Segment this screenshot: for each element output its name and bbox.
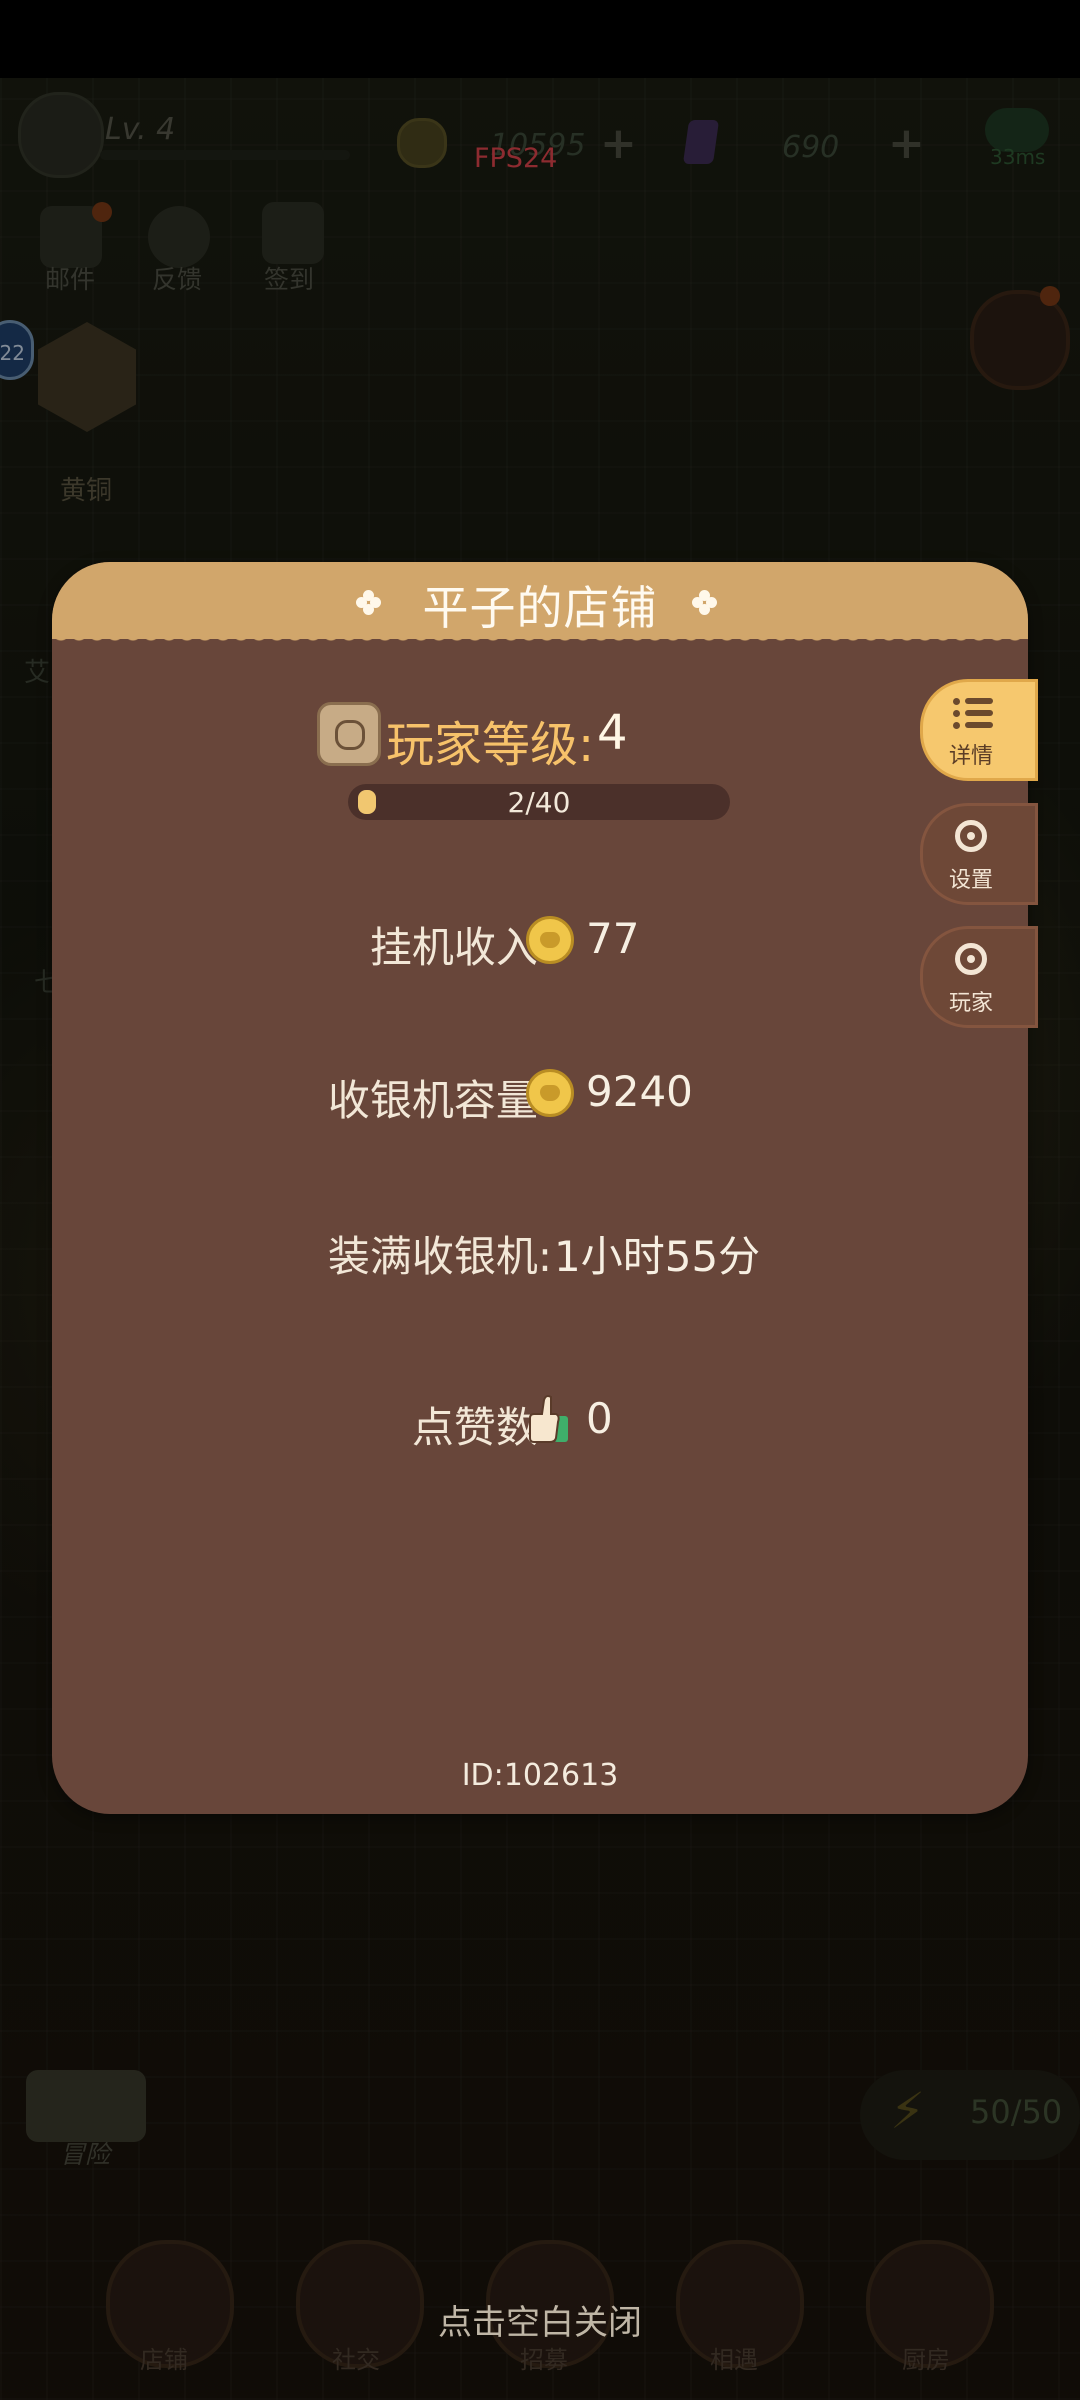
- likes-label: 点赞数:: [411, 1403, 552, 1452]
- panel-title: 平子的店铺: [422, 581, 658, 635]
- level-progress-bar: 2/40: [348, 784, 730, 820]
- cat-coin-icon: [526, 916, 574, 964]
- gear-icon: [955, 943, 987, 975]
- tab-settings-label: 设置: [948, 868, 993, 893]
- fill-register-label: 装满收银机:: [327, 1232, 552, 1281]
- panel-header: 平子的店铺: [52, 562, 1028, 650]
- tab-details-label: 详情: [948, 744, 993, 769]
- player-level-label: 玩家等级:: [386, 717, 595, 773]
- player-id[interactable]: ID:102613: [52, 1758, 1028, 1793]
- tab-player[interactable]: 玩家: [920, 926, 1038, 1028]
- tab-player-label: 玩家: [948, 991, 993, 1016]
- clover-icon: [692, 590, 718, 616]
- fill-register-value: 1小时55分: [554, 1232, 761, 1281]
- thumbs-up-icon: [529, 1395, 568, 1443]
- register-capacity-value: 9240: [586, 1067, 693, 1116]
- likes-value: 0: [586, 1394, 613, 1443]
- idle-income-label: 挂机收入:: [369, 923, 552, 972]
- list-icon: [953, 698, 993, 730]
- tap-blank-to-close-hint[interactable]: 点击空白关闭: [0, 2295, 1080, 2344]
- idle-income-value: 77: [586, 914, 640, 963]
- shop-info-panel: 平子的店铺 玩家等级: 4 2/40 挂机收入: 77 收银机容量: 9240 …: [52, 562, 1028, 1814]
- tab-details[interactable]: 详情: [920, 679, 1038, 781]
- player-level-value: 4: [597, 705, 628, 761]
- tab-settings[interactable]: 设置: [920, 803, 1038, 905]
- level-progress-text: 2/40: [507, 786, 571, 819]
- gear-icon: [955, 820, 987, 852]
- register-capacity-label: 收银机容量:: [327, 1076, 552, 1125]
- player-crest-icon: [317, 702, 381, 766]
- cat-coin-icon: [526, 1069, 574, 1117]
